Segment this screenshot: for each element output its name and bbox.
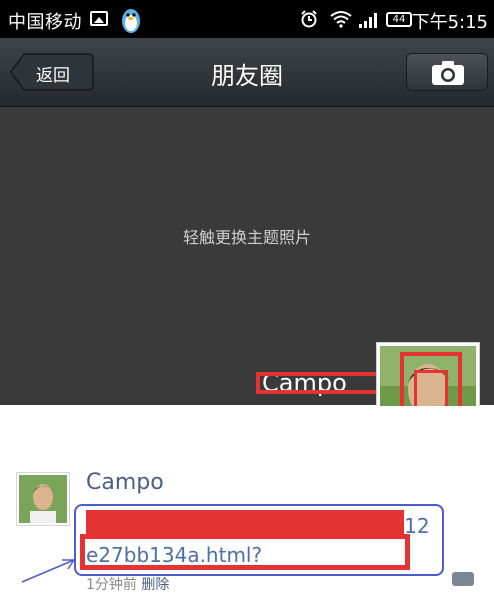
annotation-outline bbox=[74, 504, 444, 576]
status-bar: 中国移动 44 下午5:15 bbox=[0, 0, 494, 38]
post-author-avatar[interactable] bbox=[16, 472, 70, 526]
image-notification-icon bbox=[90, 11, 108, 26]
change-cover-hint: 轻触更换主题照片 bbox=[182, 228, 311, 247]
carrier-label: 中国移动 bbox=[8, 12, 82, 33]
post-author-name[interactable]: Campo bbox=[86, 470, 164, 495]
post-time: 1分钟前 bbox=[86, 577, 137, 593]
battery-indicator: 44 bbox=[386, 12, 412, 27]
camera-button[interactable] bbox=[406, 53, 488, 91]
wifi-icon bbox=[330, 11, 352, 28]
alarm-icon bbox=[301, 10, 317, 28]
navigation-bar: 返回 朋友圈 bbox=[0, 38, 494, 107]
clock: 下午5:15 bbox=[411, 12, 488, 33]
signal-icon bbox=[359, 13, 377, 28]
post-meta: 1分钟前 删除 bbox=[86, 574, 169, 594]
delete-link[interactable]: 删除 bbox=[141, 577, 169, 593]
avatar-photo bbox=[19, 475, 67, 523]
annotation-arrow-icon bbox=[21, 559, 75, 583]
camera-icon bbox=[432, 61, 464, 85]
qq-penguin-icon bbox=[122, 9, 140, 33]
comment-icon[interactable] bbox=[452, 572, 474, 586]
moments-feed: Campo http://y.qq.com/…/7ff0bfc69b7412e2… bbox=[0, 406, 494, 593]
